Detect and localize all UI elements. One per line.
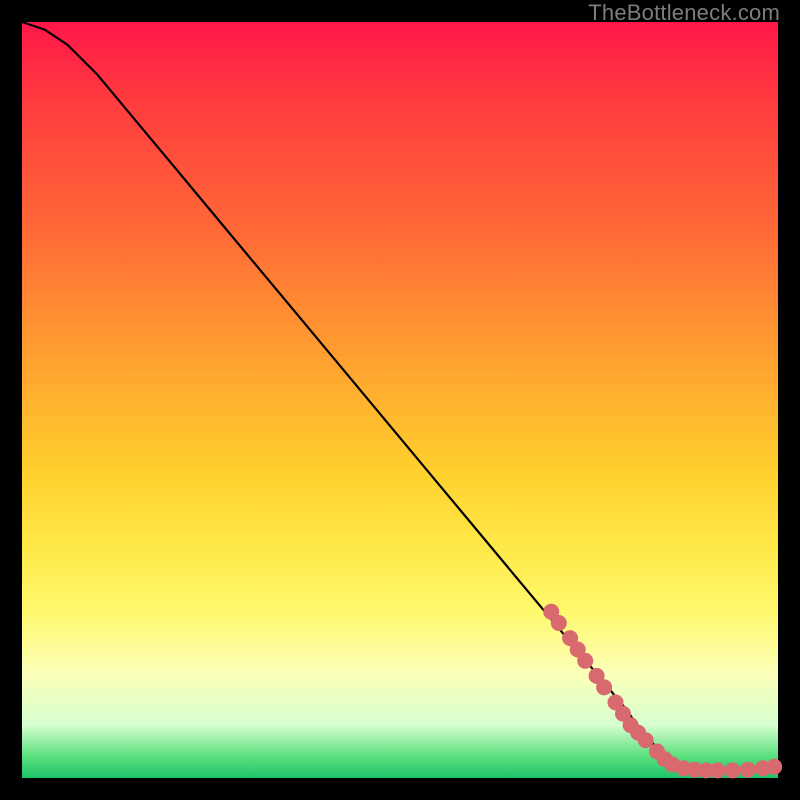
scatter-point (725, 762, 741, 778)
scatter-point (577, 653, 593, 669)
chart-stage: TheBottleneck.com (0, 0, 800, 800)
scatter-point (551, 615, 567, 631)
scatter-point (638, 732, 654, 748)
bottleneck-curve (22, 22, 778, 770)
scatter-point (740, 762, 756, 778)
scatter-points (543, 604, 782, 779)
scatter-point (710, 762, 726, 778)
scatter-point (766, 759, 782, 775)
plot-area (22, 22, 778, 778)
chart-svg (22, 22, 778, 778)
scatter-point (596, 679, 612, 695)
